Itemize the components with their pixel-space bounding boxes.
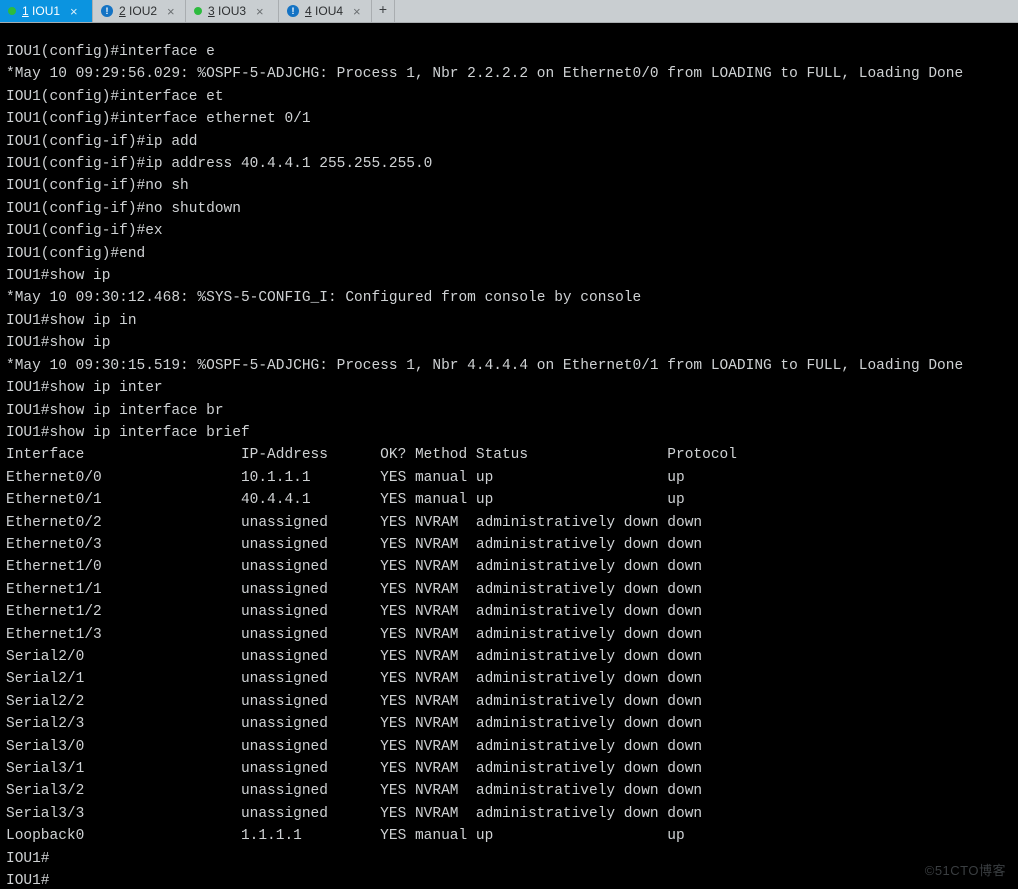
terminal-line: IOU1#show ip [6, 332, 1012, 354]
close-icon[interactable]: × [167, 4, 175, 19]
tab-label: 2 IOU2 [119, 4, 157, 18]
status-info-icon: ! [101, 5, 113, 17]
tab-iou4[interactable]: ! 4 IOU4 × [279, 0, 372, 22]
terminal-line: IOU1(config)#interface ethernet 0/1 [6, 108, 1012, 130]
terminal-line: IOU1#show ip inter [6, 377, 1012, 399]
terminal-line: IOU1# [6, 848, 1012, 870]
terminal-line: Ethernet0/2 unassigned YES NVRAM adminis… [6, 512, 1012, 534]
terminal-line: IOU1(config)#end [6, 243, 1012, 265]
terminal-line: Ethernet0/3 unassigned YES NVRAM adminis… [6, 534, 1012, 556]
close-icon[interactable]: × [256, 4, 264, 19]
terminal-line: IOU1(config-if)#ip add [6, 131, 1012, 153]
terminal-line: Ethernet0/1 40.4.4.1 YES manual up up [6, 489, 1012, 511]
terminal-line: *May 10 09:30:15.519: %OSPF-5-ADJCHG: Pr… [6, 355, 1012, 377]
terminal-line: Ethernet1/2 unassigned YES NVRAM adminis… [6, 601, 1012, 623]
terminal-line: IOU1(config)#interface et [6, 86, 1012, 108]
status-info-icon: ! [287, 5, 299, 17]
terminal-line: Serial3/3 unassigned YES NVRAM administr… [6, 803, 1012, 825]
terminal-line: IOU1(config-if)#no shutdown [6, 198, 1012, 220]
terminal-line: Serial2/0 unassigned YES NVRAM administr… [6, 646, 1012, 668]
tab-iou3[interactable]: 3 IOU3 × [186, 0, 279, 22]
terminal-line: IOU1#show ip interface brief [6, 422, 1012, 444]
close-icon[interactable]: × [353, 4, 361, 19]
terminal-line: Loopback0 1.1.1.1 YES manual up up [6, 825, 1012, 847]
status-running-icon [8, 7, 16, 15]
terminal-line: Serial2/3 unassigned YES NVRAM administr… [6, 713, 1012, 735]
status-running-icon [194, 7, 202, 15]
tab-label: 4 IOU4 [305, 4, 343, 18]
terminal-line: IOU1(config-if)#no sh [6, 175, 1012, 197]
terminal-line: IOU1(config-if)#ip address 40.4.4.1 255.… [6, 153, 1012, 175]
tab-label: 3 IOU3 [208, 4, 246, 18]
terminal-line: IOU1#show ip in [6, 310, 1012, 332]
terminal-line: Ethernet1/3 unassigned YES NVRAM adminis… [6, 624, 1012, 646]
terminal-line: IOU1#show ip [6, 265, 1012, 287]
terminal-line: IOU1# [6, 870, 1012, 889]
tab-iou2[interactable]: ! 2 IOU2 × [93, 0, 186, 22]
terminal-line: Serial3/0 unassigned YES NVRAM administr… [6, 736, 1012, 758]
tab-iou1[interactable]: 1 IOU1 × [0, 0, 93, 22]
tab-label: 1 IOU1 [22, 4, 60, 18]
terminal-line: Ethernet0/0 10.1.1.1 YES manual up up [6, 467, 1012, 489]
terminal-line: *May 10 09:30:12.468: %SYS-5-CONFIG_I: C… [6, 287, 1012, 309]
tab-bar: 1 IOU1 × ! 2 IOU2 × 3 IOU3 × ! 4 IOU4 × … [0, 0, 1018, 23]
terminal-line: *May 10 09:29:56.029: %OSPF-5-ADJCHG: Pr… [6, 63, 1012, 85]
terminal-line: Serial3/1 unassigned YES NVRAM administr… [6, 758, 1012, 780]
terminal-line: IOU1(config)#interface e [6, 41, 1012, 63]
terminal-line: Ethernet1/1 unassigned YES NVRAM adminis… [6, 579, 1012, 601]
terminal-line: IOU1(config-if)#ex [6, 220, 1012, 242]
terminal-line: Ethernet1/0 unassigned YES NVRAM adminis… [6, 556, 1012, 578]
terminal-line: IOU1#show ip interface br [6, 400, 1012, 422]
add-tab-button[interactable]: + [372, 0, 395, 22]
close-icon[interactable]: × [70, 4, 78, 19]
terminal-line: Interface IP-Address OK? Method Status P… [6, 444, 1012, 466]
terminal-line: Serial3/2 unassigned YES NVRAM administr… [6, 780, 1012, 802]
terminal-output[interactable]: IOU1(config)#interface e*May 10 09:29:56… [0, 23, 1018, 889]
terminal-line: Serial2/1 unassigned YES NVRAM administr… [6, 668, 1012, 690]
terminal-line: Serial2/2 unassigned YES NVRAM administr… [6, 691, 1012, 713]
